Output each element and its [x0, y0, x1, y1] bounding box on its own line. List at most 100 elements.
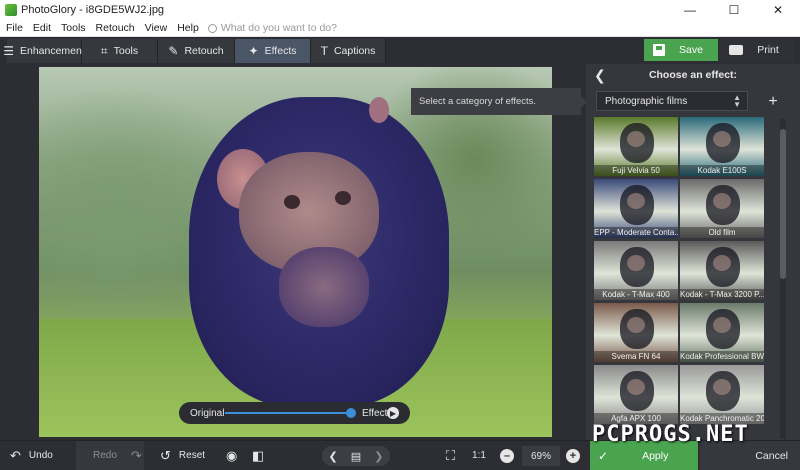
photo-subject-eye	[335, 191, 351, 205]
folder-icon[interactable]: ▤	[351, 450, 361, 463]
mode-tabs: ☰ Enhancement ⌗ Tools ✎ Retouch ✦ Effect…	[3, 39, 386, 63]
tab-label: Tools	[113, 45, 139, 57]
photo-canvas[interactable]	[39, 67, 552, 437]
menu-file[interactable]: File	[0, 22, 28, 34]
reset-label: Reset	[178, 450, 206, 461]
chevron-right-icon[interactable]: ❯	[374, 450, 383, 463]
ratio-label: 1:1	[472, 450, 486, 461]
window-title: PhotoGlory - i8GDE5WJ2.jpg	[21, 4, 165, 16]
effect-name: Svema FN 64	[594, 351, 678, 362]
zoom-in-button[interactable]: +	[566, 449, 580, 463]
magic-wand-icon: ✦	[248, 44, 259, 58]
effect-thumbnail[interactable]: Kodak - T-Max 400	[594, 241, 678, 300]
image-navigation: ❮ ▤ ❯	[322, 446, 390, 466]
add-effect-button[interactable]: +	[763, 92, 783, 112]
menu-help[interactable]: Help	[172, 22, 204, 34]
undo-button[interactable]: ↶ Undo	[10, 441, 74, 470]
effect-thumbnail[interactable]: Kodak Professional BW...	[680, 303, 764, 362]
original-label: Original	[190, 407, 225, 419]
save-button[interactable]: Save	[644, 39, 718, 61]
tab-retouch[interactable]: ✎ Retouch	[158, 39, 235, 63]
cancel-label: Cancel	[755, 450, 788, 462]
category-value: Photographic films	[605, 95, 688, 107]
checkmark-icon: ✓	[598, 449, 609, 463]
tab-tools[interactable]: ⌗ Tools	[82, 39, 158, 63]
brush-icon: ✎	[168, 44, 179, 58]
tab-captions[interactable]: T Captions	[311, 39, 386, 63]
chevron-right-icon[interactable]: ▶	[387, 407, 399, 419]
sliders-icon: ☰	[3, 44, 14, 58]
command-search-placeholder: What do you want to do?	[220, 22, 337, 34]
effect-thumbnail[interactable]: EPP - Moderate Conta...	[594, 179, 678, 238]
scrollbar-thumb[interactable]	[780, 129, 786, 279]
save-label: Save	[679, 44, 703, 56]
effect-name: Kodak E100S	[680, 165, 764, 176]
window-controls: — ☐ ✕	[668, 0, 800, 20]
effect-name: Kodak Professional BW...	[680, 351, 764, 362]
effect-name: Fuji Velvia 50	[594, 165, 678, 176]
command-search[interactable]: What do you want to do?	[207, 22, 337, 34]
zoom-value: 69%	[530, 450, 551, 462]
zoom-out-button[interactable]: –	[500, 449, 514, 463]
menu-retouch[interactable]: Retouch	[91, 22, 140, 34]
effect-name: Kodak - T-Max 400	[594, 289, 678, 300]
effect-thumbnail[interactable]: Fuji Velvia 50	[594, 117, 678, 176]
tab-label: Effects	[264, 45, 297, 57]
zoom-level[interactable]: 69%	[522, 446, 560, 466]
redo-button[interactable]: Redo ↷	[76, 441, 144, 470]
effect-thumbnail[interactable]: Svema FN 64	[594, 303, 678, 362]
category-tooltip: Select a category of effects.	[411, 88, 587, 115]
floppy-disk-icon	[653, 44, 666, 56]
close-button[interactable]: ✕	[756, 0, 800, 20]
effect-thumbnail[interactable]: Kodak E100S	[680, 117, 764, 176]
actual-size-button[interactable]: 1:1	[472, 441, 492, 470]
apply-label: Apply	[642, 450, 669, 462]
effect-thumbnail[interactable]: Kodak - T-Max 3200 P...	[680, 241, 764, 300]
compare-handle[interactable]	[346, 408, 356, 418]
effects-scrollbar[interactable]	[780, 119, 786, 439]
redo-icon: ↷	[130, 447, 142, 463]
canvas-area	[0, 64, 586, 439]
back-arrow-icon[interactable]: ❮	[594, 67, 606, 84]
photo-subject-ear	[369, 97, 389, 123]
effects-panel: Choose an effect: ❮ Photographic films ▲…	[586, 64, 800, 440]
effect-name: EPP - Moderate Conta...	[594, 227, 678, 238]
print-label: Print	[757, 44, 779, 56]
effect-thumbnail[interactable]: Kodak Panchromatic 200	[680, 365, 764, 424]
minimize-button[interactable]: —	[668, 0, 712, 20]
effect-thumbnail[interactable]: Agfa APX 100	[594, 365, 678, 424]
tab-enhancement[interactable]: ☰ Enhancement	[3, 39, 85, 63]
menu-edit[interactable]: Edit	[28, 22, 56, 34]
effect-name: Kodak - T-Max 3200 P...	[680, 289, 764, 300]
compare-track[interactable]	[225, 412, 350, 414]
redo-label: Redo	[93, 450, 117, 461]
tab-label: Retouch	[184, 45, 224, 57]
tab-label: Captions	[333, 45, 376, 57]
maximize-button[interactable]: ☐	[712, 0, 756, 20]
undo-label: Undo	[28, 450, 53, 461]
app-logo-icon	[5, 4, 17, 16]
effect-name: Old film	[680, 227, 764, 238]
menu-tools[interactable]: Tools	[56, 22, 91, 34]
menu-view[interactable]: View	[140, 22, 173, 34]
preview-eye-glyph: ◉	[226, 447, 238, 463]
search-icon	[207, 23, 217, 33]
photo-subject-eye	[284, 195, 300, 209]
print-button[interactable]: Print	[720, 39, 794, 61]
main-toolbar: ☰ Enhancement ⌗ Tools ✎ Retouch ✦ Effect…	[0, 37, 800, 64]
effect-category-select[interactable]: Photographic films ▲ ▼	[596, 91, 748, 111]
before-after-slider[interactable]: Original Effect ▶	[179, 402, 410, 424]
fit-to-screen-icon[interactable]: ⛶	[446, 441, 460, 470]
eye-icon[interactable]: ◉	[226, 441, 242, 470]
text-icon: T	[320, 44, 328, 58]
effect-thumbnail[interactable]: Old film	[680, 179, 764, 238]
effect-label: Effect	[362, 407, 388, 419]
compare-split-icon[interactable]: ◧	[252, 441, 268, 470]
compare-fill	[225, 412, 347, 414]
tab-label: Enhancement	[19, 45, 85, 57]
tab-effects[interactable]: ✦ Effects	[235, 39, 311, 63]
reset-button[interactable]: ↺ Reset	[160, 441, 210, 470]
split-view-glyph: ◧	[252, 447, 265, 463]
chevron-left-icon[interactable]: ❮	[329, 450, 338, 463]
effects-grid: Fuji Velvia 50 Kodak E100S EPP - Moderat…	[594, 117, 768, 440]
